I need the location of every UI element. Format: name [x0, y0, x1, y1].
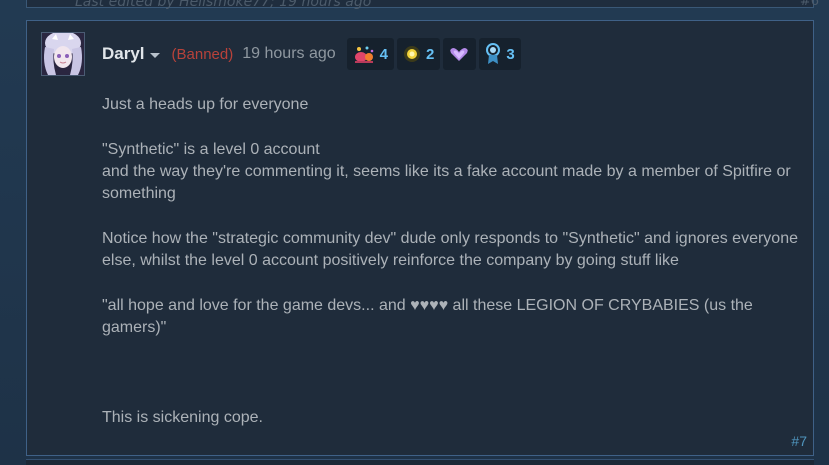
discussion-page: Last edited by Hellsmoke77; 19 hours ago…	[0, 0, 829, 465]
previous-post-edited-note: Last edited by Hellsmoke77; 19 hours ago	[75, 0, 372, 10]
comment-post: Daryl (Banned) 19 hours ago 4 2 3 Just a…	[26, 20, 814, 456]
post-paragraph: Notice how the "strategic community dev"…	[102, 230, 803, 269]
awards-list: 4 2 3	[346, 38, 521, 70]
post-paragraph: This is sickening cope.	[102, 409, 263, 426]
chevron-down-icon[interactable]	[149, 52, 160, 58]
sun-award-icon	[404, 46, 420, 62]
post-body: Just a heads up for everyone "Synthetic"…	[102, 94, 802, 429]
author-name[interactable]: Daryl	[102, 44, 145, 64]
next-post-edge	[26, 459, 814, 465]
award-medal[interactable]: 3	[479, 38, 521, 70]
medal-award-icon	[486, 43, 501, 64]
award-sun[interactable]: 2	[397, 38, 441, 70]
avatar-image	[42, 33, 84, 75]
post-paragraph: "all hope and love for the game devs... …	[102, 297, 758, 336]
post-paragraph: "Synthetic" is a level 0 account and the…	[102, 141, 791, 202]
award-count: 4	[379, 45, 388, 63]
party-award-icon	[354, 46, 373, 63]
avatar[interactable]	[41, 32, 85, 76]
post-number-link[interactable]: #7	[791, 433, 807, 449]
banned-status: (Banned)	[171, 45, 234, 63]
award-count: 3	[506, 45, 515, 63]
post-header: Daryl (Banned) 19 hours ago 4 2 3	[102, 38, 521, 70]
post-paragraph: Just a heads up for everyone	[102, 96, 309, 113]
previous-post-number[interactable]: #6	[800, 0, 819, 9]
award-count: 2	[426, 45, 435, 63]
award-heart-hands[interactable]	[443, 38, 477, 70]
heart-hands-award-icon	[450, 48, 469, 61]
award-party[interactable]: 4	[346, 38, 394, 70]
post-timestamp: 19 hours ago	[242, 45, 336, 62]
